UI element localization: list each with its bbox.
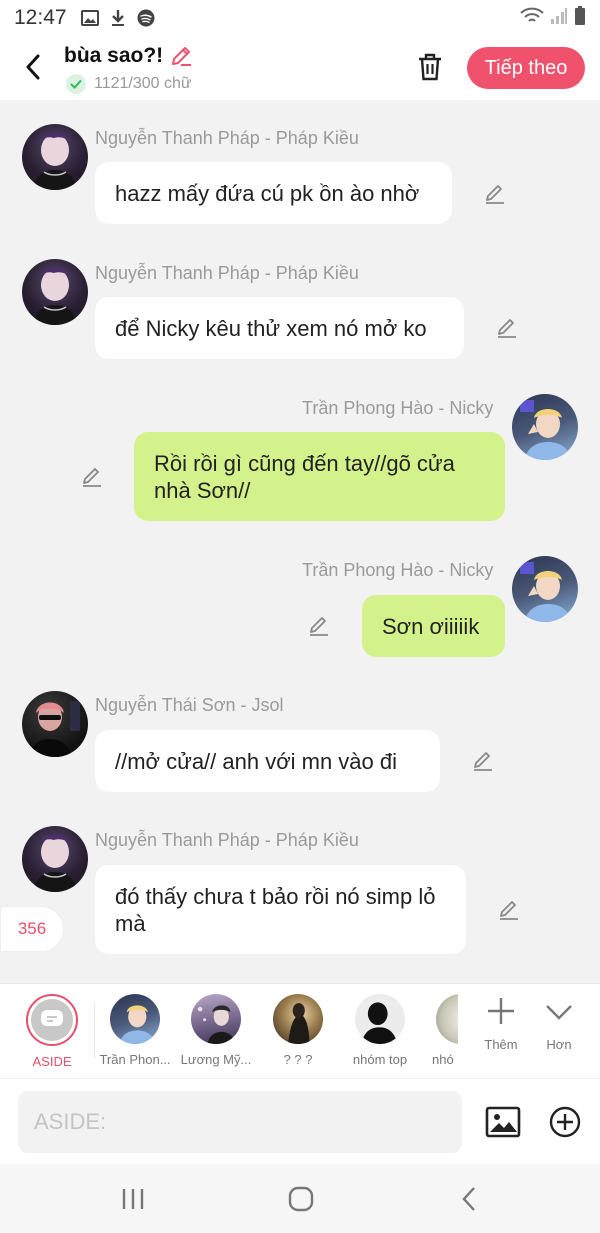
character-name: nhóm top: [352, 1052, 408, 1067]
sender-name: Nguyễn Thanh Pháp - Pháp Kiều: [95, 830, 359, 850]
home-icon: [288, 1186, 314, 1212]
recent-apps-icon: [122, 1189, 144, 1209]
character-chip[interactable]: nhó: [420, 994, 458, 1067]
avatar: [273, 994, 323, 1044]
avatar[interactable]: [22, 691, 88, 757]
character-chip[interactable]: nhóm top: [341, 994, 419, 1067]
message-bubble[interactable]: để Nicky kêu thử xem nó mở ko: [95, 297, 464, 359]
character-aside[interactable]: ASIDE: [13, 994, 91, 1069]
edit-title-icon[interactable]: [169, 44, 193, 68]
message-bubble[interactable]: Rồi rồi gì cũng đến tay//gõ cửa nhà Sơn/…: [134, 432, 505, 521]
edit-message-icon[interactable]: [496, 897, 522, 923]
wifi-icon: [520, 7, 544, 30]
insert-image-button[interactable]: [484, 1103, 522, 1141]
edit-message-icon[interactable]: [494, 315, 520, 341]
chevron-left-icon: [26, 54, 40, 80]
sender-name: Trần Phong Hào - Nicky: [302, 560, 494, 580]
back-icon: [462, 1187, 475, 1211]
character-chip[interactable]: Trần Phon...: [96, 994, 174, 1067]
plus-icon: [488, 998, 514, 1024]
avatar: [355, 994, 405, 1044]
aside-avatar: [26, 994, 78, 1046]
story-header: bùa sao?! 1121/300 chữ Tiếp theo: [0, 36, 600, 100]
message-bubble[interactable]: //mở cửa// anh với mn vào đi: [95, 730, 440, 792]
sender-name: Trần Phong Hào - Nicky: [302, 398, 494, 418]
message-bubble[interactable]: đó thấy chưa t bảo rồi nó simp lỏ mà: [95, 865, 466, 954]
add-character-button[interactable]: Thêm: [476, 996, 526, 1052]
battery-icon: [574, 5, 586, 31]
download-icon: [107, 8, 129, 28]
recent-apps-button[interactable]: [113, 1184, 153, 1214]
signal-icon: [550, 7, 568, 30]
avatar: [436, 994, 458, 1044]
edit-message-icon[interactable]: [306, 613, 332, 639]
add-label: Thêm: [484, 1037, 518, 1052]
character-name: Trần Phon...: [99, 1052, 171, 1067]
image-icon: [485, 1106, 521, 1138]
check-icon: [66, 74, 86, 94]
nav-back-button[interactable]: [449, 1184, 489, 1214]
character-bar: ASIDE Trần Phon... Lương Mỹ... ? ? ? nhó…: [0, 983, 600, 1078]
system-nav-bar: [0, 1164, 600, 1233]
character-name: Lương Mỹ...: [180, 1052, 252, 1067]
edit-message-icon[interactable]: [79, 464, 105, 490]
character-chip[interactable]: Lương Mỹ...: [177, 994, 255, 1067]
avatar: [191, 994, 241, 1044]
status-time: 12:47: [14, 6, 67, 29]
back-button[interactable]: [18, 50, 48, 84]
avatar: [110, 994, 160, 1044]
composer: [0, 1078, 600, 1164]
delete-button[interactable]: [414, 50, 446, 84]
avatar[interactable]: [22, 124, 88, 190]
trash-icon: [419, 53, 441, 81]
character-chip[interactable]: ? ? ?: [259, 994, 337, 1067]
page-title[interactable]: bùa sao?!: [64, 44, 193, 68]
character-name: ASIDE: [32, 1054, 72, 1069]
avatar[interactable]: [22, 259, 88, 325]
avatar[interactable]: [512, 556, 578, 622]
message-bubble[interactable]: Sơn ơiiiiik: [362, 595, 505, 657]
character-name: ? ? ?: [283, 1052, 313, 1067]
circle-plus-icon: [549, 1106, 581, 1138]
character-name: nhó: [432, 1052, 454, 1067]
word-count-text: 1121/300 chữ: [94, 75, 192, 92]
title-text: bùa sao?!: [64, 44, 164, 67]
avatar[interactable]: [22, 826, 88, 892]
edit-message-icon[interactable]: [470, 748, 496, 774]
status-bar: 12:47: [0, 0, 600, 36]
more-label: Hơn: [546, 1037, 572, 1052]
message-bubble[interactable]: hazz mấy đứa cú pk ồn ào nhờ: [95, 162, 452, 224]
spotify-icon: [135, 8, 157, 28]
word-count: 1121/300 chữ: [66, 74, 192, 94]
chat-bubble-icon: [41, 1010, 63, 1026]
avatar[interactable]: [512, 394, 578, 460]
chevron-down-icon: [546, 1005, 572, 1020]
add-button[interactable]: [546, 1103, 584, 1141]
more-button[interactable]: Hơn: [534, 996, 584, 1052]
sender-name: Nguyễn Thanh Pháp - Pháp Kiều: [95, 263, 359, 283]
sender-name: Nguyễn Thanh Pháp - Pháp Kiều: [95, 128, 359, 148]
gallery-icon: [79, 8, 101, 28]
sender-name: Nguyễn Thái Sơn - Jsol: [95, 695, 284, 715]
edit-message-icon[interactable]: [482, 181, 508, 207]
message-input[interactable]: [18, 1091, 462, 1153]
message-counter-badge[interactable]: 356: [0, 906, 64, 952]
next-button[interactable]: Tiếp theo: [467, 47, 585, 89]
home-button[interactable]: [281, 1184, 321, 1214]
divider: [94, 1002, 95, 1058]
